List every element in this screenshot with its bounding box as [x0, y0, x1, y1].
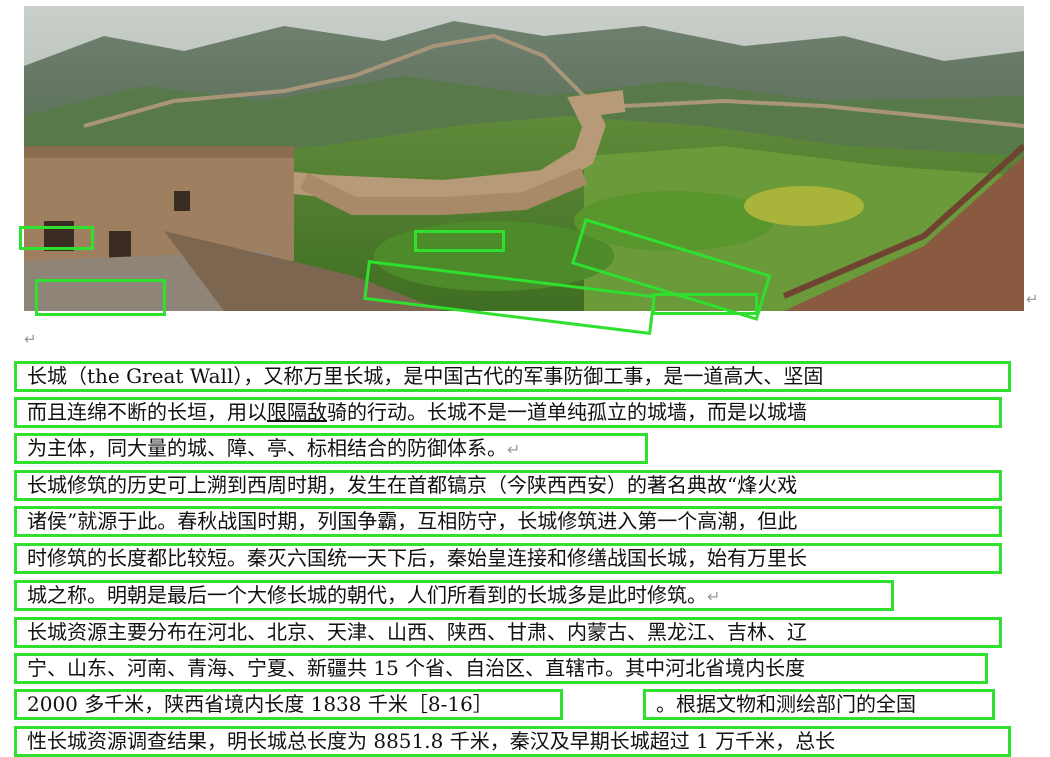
- text-line: 城之称。明朝是最后一个大修长城的朝代，人们所看到的长城多是此时修筑。↵: [14, 580, 894, 611]
- line-text: 骑的行动。长城不是一道单纯孤立的城墙，而是以城墙: [327, 400, 807, 424]
- great-wall-illustration: [24, 6, 1024, 311]
- line-text: 为主体，同大量的城、障、亭、标相结合的防御体系。: [27, 436, 507, 460]
- paragraph-mark: ↵: [24, 330, 37, 348]
- line-text: 城之称。明朝是最后一个大修长城的朝代，人们所看到的长城多是此时修筑。: [27, 583, 707, 607]
- paragraph-mark: ↵: [1026, 290, 1039, 308]
- line-text: 宁、山东、河南、青海、宁夏、新疆共 15 个省、自治区、直辖市。其中河北省境内长…: [27, 656, 806, 680]
- line-text: 长城修筑的历史可上溯到西周时期，发生在首都镐京（今陕西西安）的著名典故“烽火戏: [27, 473, 798, 497]
- text-line: 诸侯”就源于此。春秋战国时期，列国争霸，互相防守，长城修筑进入第一个高潮，但此: [14, 506, 1002, 537]
- text-line: 长城修筑的历史可上溯到西周时期，发生在首都镐京（今陕西西安）的著名典故“烽火戏: [14, 470, 1002, 501]
- great-wall-photo: [24, 6, 1024, 311]
- text-line: 为主体，同大量的城、障、亭、标相结合的防御体系。↵: [14, 433, 648, 464]
- line-text: 长城资源主要分布在河北、北京、天津、山西、陕西、甘肃、内蒙古、黑龙江、吉林、辽: [27, 620, 807, 644]
- text-line: 宁、山东、河南、青海、宁夏、新疆共 15 个省、自治区、直辖市。其中河北省境内长…: [14, 653, 988, 684]
- text-line: 2000 多千米，陕西省境内长度 1838 千米［8-16］: [14, 689, 563, 720]
- line-text: 性长城资源调查结果，明长城总长度为 8851.8 千米，秦汉及早期长城超过 1 …: [27, 729, 836, 753]
- text-line: 。根据文物和测绘部门的全国: [643, 689, 995, 720]
- text-line: 性长城资源调查结果，明长城总长度为 8851.8 千米，秦汉及早期长城超过 1 …: [14, 726, 1011, 757]
- text-line: 长城资源主要分布在河北、北京、天津、山西、陕西、甘肃、内蒙古、黑龙江、吉林、辽: [14, 617, 1002, 648]
- return-mark: ↵: [707, 587, 721, 606]
- text-line: 时修筑的长度都比较短。秦灭六国统一天下后，秦始皇连接和修缮战国长城，始有万里长: [14, 543, 1002, 574]
- line-text: 长城（the Great Wall），又称万里长城，是中国古代的军事防御工事，是…: [27, 364, 824, 388]
- text-line: 而且连绵不断的长垣，用以限隔敌骑的行动。长城不是一道单纯孤立的城墙，而是以城墙: [14, 397, 1002, 428]
- line-text: 。根据文物和测绘部门的全国: [656, 692, 916, 716]
- line-text: 而且连绵不断的长垣，用以: [27, 400, 267, 424]
- underlined-text: 限隔敌: [267, 400, 327, 424]
- line-text: 诸侯”就源于此。春秋战国时期，列国争霸，互相防守，长城修筑进入第一个高潮，但此: [27, 509, 798, 533]
- line-text: 时修筑的长度都比较短。秦灭六国统一天下后，秦始皇连接和修缮战国长城，始有万里长: [27, 546, 807, 570]
- text-line: 长城（the Great Wall），又称万里长城，是中国古代的军事防御工事，是…: [14, 361, 1011, 392]
- return-mark: ↵: [507, 440, 521, 459]
- line-text: 2000 多千米，陕西省境内长度 1838 千米［8-16］: [27, 692, 493, 716]
